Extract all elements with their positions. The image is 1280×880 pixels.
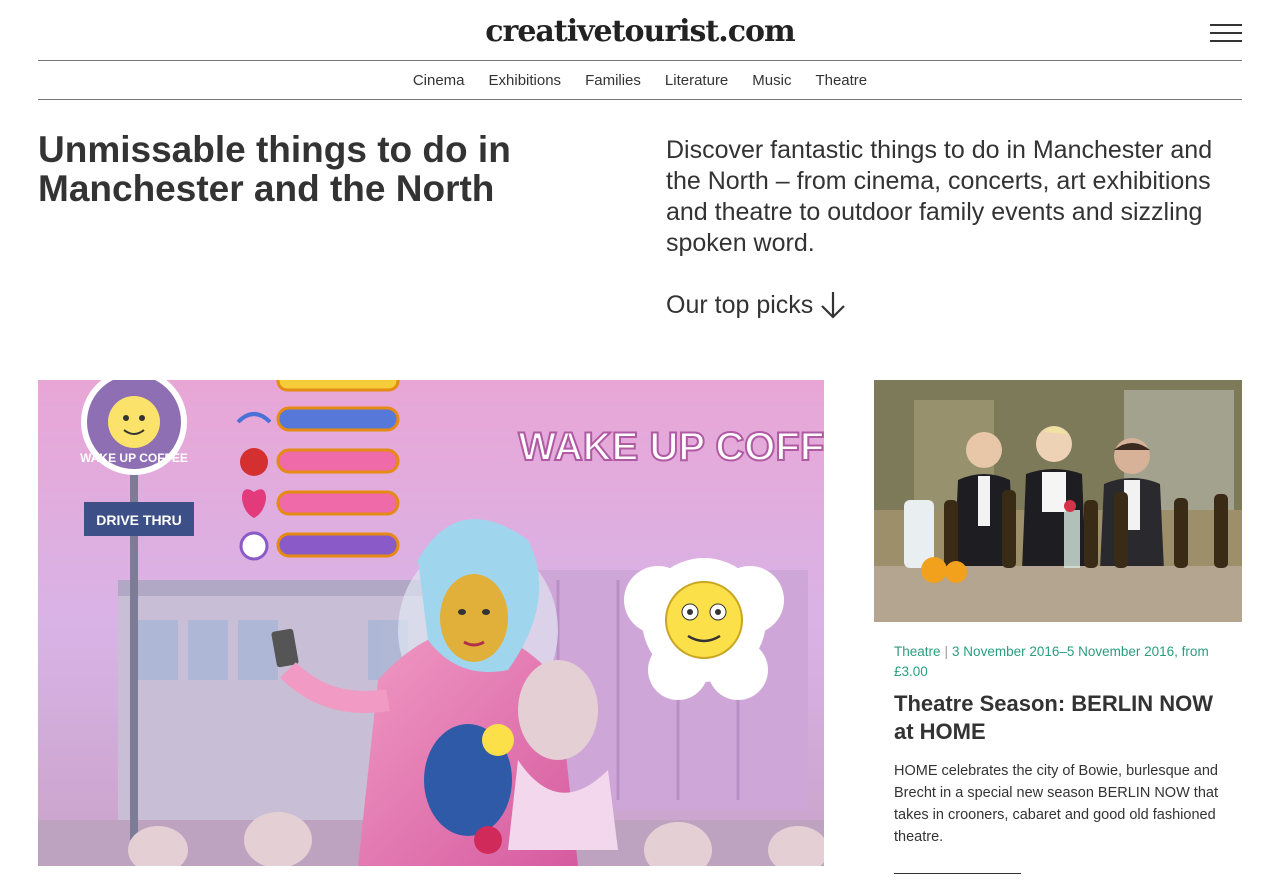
card-category-link[interactable]: Theatre — [894, 644, 941, 659]
card-meta: Theatre | 3 November 2016–5 November 2016,… — [894, 642, 1224, 682]
arrow-down-icon — [821, 292, 846, 319]
card-divider — [894, 873, 1021, 874]
svg-text:WAKE UP COFFEE: WAKE UP COFFEE — [80, 451, 188, 465]
svg-text:DRIVE THRU: DRIVE THRU — [96, 512, 182, 528]
svg-text:WAKE UP COFFEE: WAKE UP COFFEE — [518, 425, 824, 469]
site-header: creativetourist.com — [38, 0, 1242, 61]
nav-item-families[interactable]: Families — [585, 72, 641, 89]
top-picks-link[interactable]: Our top picks — [666, 290, 847, 320]
feature-image[interactable]: WAKE UP COFFEE DRIVE THRU WAKE UP COFFEE — [38, 380, 824, 866]
category-nav: Cinema Exhibitions Families Literature M… — [38, 61, 1242, 100]
card-description: HOME celebrates the city of Bowie, burle… — [894, 763, 1218, 845]
intro-text: Discover fantastic things to do in Manch… — [666, 136, 1213, 257]
nav-item-cinema[interactable]: Cinema — [413, 72, 465, 89]
menu-icon[interactable] — [1210, 24, 1242, 44]
top-picks-label: Our top picks — [666, 290, 814, 319]
card-title[interactable]: Theatre Season: BERLIN NOW at HOME — [894, 690, 1224, 746]
nav-item-music[interactable]: Music — [752, 72, 791, 89]
site-logo[interactable]: creativetourist.com — [38, 14, 1242, 49]
meta-separator: | — [944, 644, 949, 659]
nav-item-literature[interactable]: Literature — [665, 72, 728, 89]
card-image[interactable] — [874, 380, 1242, 622]
card-dates: 3 November 2016–5 November 2016, from £3… — [894, 644, 1209, 679]
nav-item-theatre[interactable]: Theatre — [815, 72, 867, 89]
page-title: Unmissable things to do in Manchester an… — [38, 129, 511, 209]
nav-item-exhibitions[interactable]: Exhibitions — [489, 72, 562, 89]
